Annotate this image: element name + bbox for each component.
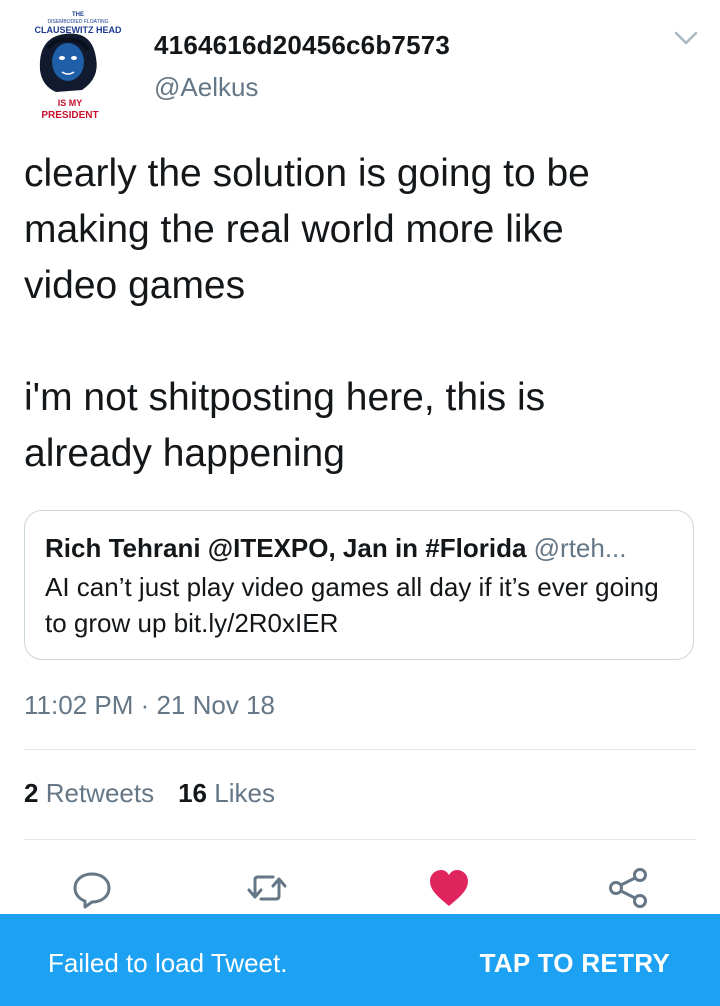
likes-count: 16 [178,778,208,808]
chevron-down-icon[interactable] [672,28,700,48]
tweet-header: THE DISEMBODIED FLOATING CLAUSEWITZ HEAD… [0,0,720,130]
snackbar-message: Failed to load Tweet. [48,948,288,978]
avatar-image: THE DISEMBODIED FLOATING CLAUSEWITZ HEAD… [35,12,122,120]
avatar-top-name: CLAUSEWITZ HEAD [35,25,122,35]
retweet-icon[interactable] [245,866,289,910]
engagement-stats: 2 Retweets 16 Likes [24,778,275,809]
avatar-top-small: THE [72,12,84,18]
quoted-tweet[interactable]: Rich Tehrani @ITEXPO, Jan in #Florida @r… [24,510,694,660]
author-display-name[interactable]: 4164616d20456c6b7573 [154,30,450,61]
retweets-stat[interactable]: 2 Retweets [24,778,154,808]
heart-icon[interactable] [427,866,471,910]
reply-icon[interactable] [70,866,114,910]
quoted-author-name: Rich Tehrani @ITEXPO, Jan in #Florida [45,533,527,563]
share-icon[interactable] [606,866,650,910]
quoted-author-handle: @rteh... [533,533,627,563]
tweet-text: clearly the solution is going to be maki… [24,152,590,475]
retry-button[interactable]: TAP TO RETRY [480,948,670,979]
author-handle[interactable]: @Aelkus [154,72,258,103]
error-snackbar: Failed to load Tweet. TAP TO RETRY [0,914,720,1006]
likes-stat[interactable]: 16 Likes [178,778,275,808]
avatar-bottom-line2: PRESIDENT [41,110,98,120]
retweets-label: Retweets [45,778,155,808]
retweets-count: 2 [24,778,39,808]
quoted-tweet-header: Rich Tehrani @ITEXPO, Jan in #Florida @r… [45,533,685,564]
avatar[interactable]: THE DISEMBODIED FLOATING CLAUSEWITZ HEAD… [22,8,134,120]
divider [24,749,696,750]
avatar-bottom-line1: IS MY [58,98,83,108]
quoted-tweet-text: AI can’t just play video games all day i… [45,572,659,638]
divider [24,839,696,840]
tweet-timestamp: 11:02 PM · 21 Nov 18 [24,690,275,720]
likes-label: Likes [214,778,275,808]
